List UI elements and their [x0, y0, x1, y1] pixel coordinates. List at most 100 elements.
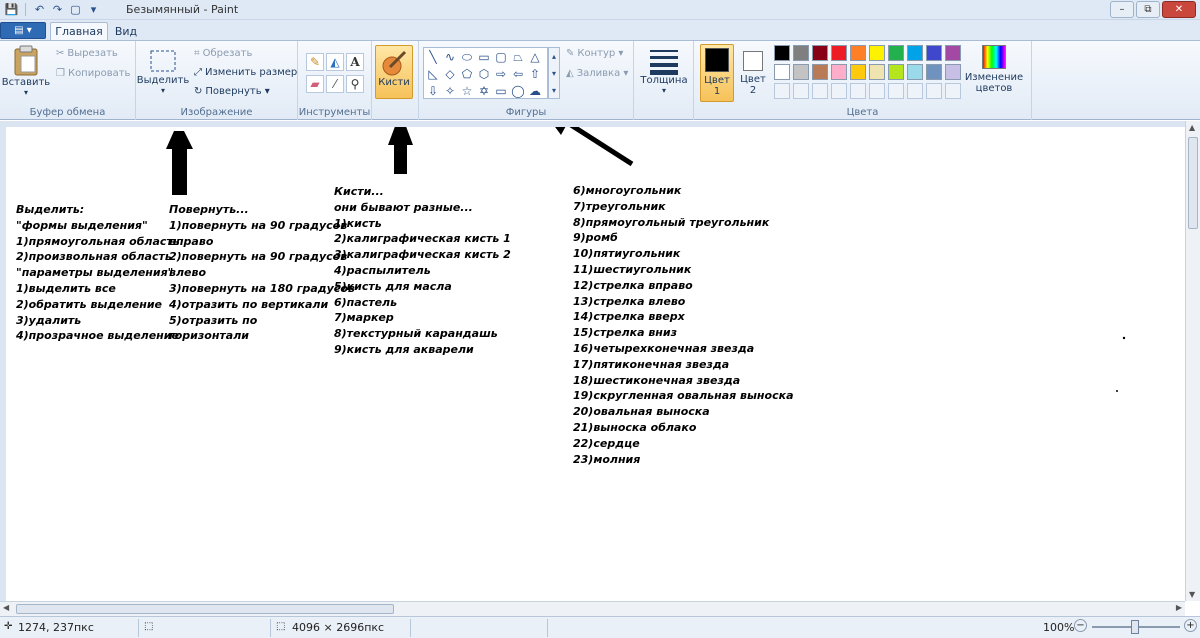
canvas-area[interactable]: Выделить: "формы выделения" 1)прямоуголь… [0, 121, 1185, 601]
oval-callout-shape-icon[interactable]: ◯ [511, 84, 525, 98]
rounded-rectangle-shape-icon[interactable]: ▢ [494, 50, 508, 64]
redo-icon[interactable]: ↷ [50, 2, 65, 17]
tab-home[interactable]: Главная [50, 22, 108, 40]
fill-button[interactable]: ◭ Заливка ▾ [566, 68, 628, 79]
file-menu-button[interactable]: ▤ ▾ [0, 22, 46, 39]
color-picker-icon[interactable]: ⁄ [326, 75, 344, 93]
custom-color-slot[interactable] [850, 83, 866, 99]
eraser-icon[interactable]: ▰ [306, 75, 324, 93]
color-swatch[interactable] [907, 64, 923, 80]
color-swatch[interactable] [888, 64, 904, 80]
color-swatch[interactable] [774, 45, 790, 61]
scroll-up-icon[interactable]: ▲ [1189, 123, 1195, 132]
zoom-out-button[interactable]: − [1074, 619, 1087, 632]
resize-button[interactable]: ⤢ Изменить размер [194, 67, 297, 78]
undo-icon[interactable]: ↶ [32, 2, 47, 17]
oval-shape-icon[interactable]: ⬭ [460, 50, 474, 64]
custom-color-slot[interactable] [774, 83, 790, 99]
diamond-shape-icon[interactable]: ◇ [443, 67, 457, 81]
group-clipboard: Вставить ▾ ✂ Вырезать ❐ Копировать Буфер о… [0, 41, 136, 120]
curve-shape-icon[interactable]: ∿ [443, 50, 457, 64]
zoom-in-button[interactable]: + [1184, 619, 1197, 632]
tab-view[interactable]: Вид [112, 22, 140, 40]
custom-color-slot[interactable] [793, 83, 809, 99]
six-point-star-shape-icon[interactable]: ✡ [477, 84, 491, 98]
paste-button[interactable]: Вставить ▾ [2, 45, 50, 97]
brush-icon [382, 50, 407, 76]
fill-bucket-icon[interactable]: ◭ [326, 53, 344, 71]
arrow-up-shape-icon[interactable]: ⇧ [528, 67, 542, 81]
outline-button[interactable]: ✎ Контур ▾ [566, 48, 623, 59]
color-swatch[interactable] [926, 45, 942, 61]
color-swatch[interactable] [831, 64, 847, 80]
vertical-scrollbar[interactable]: ▲ ▼ [1185, 121, 1200, 601]
color-swatch[interactable] [945, 45, 961, 61]
rotate-button[interactable]: ↻ Повернуть ▾ [194, 86, 270, 97]
color-swatch[interactable] [945, 64, 961, 80]
color-swatch[interactable] [774, 64, 790, 80]
size-button[interactable]: Толщина ▾ [640, 47, 688, 95]
color-swatch[interactable] [793, 64, 809, 80]
crop-button[interactable]: ⌗ Обрезать [194, 48, 252, 59]
color-swatch[interactable] [869, 64, 885, 80]
pencil-icon[interactable]: ✎ [306, 53, 324, 71]
color-swatch[interactable] [907, 45, 923, 61]
vertical-scroll-thumb[interactable] [1188, 137, 1198, 229]
color-swatch[interactable] [926, 64, 942, 80]
text-tool-icon[interactable]: A [346, 53, 364, 71]
save-icon[interactable]: 💾 [4, 2, 19, 17]
customize-qat-icon[interactable]: ▾ [86, 2, 101, 17]
triangle-shape-icon[interactable]: △ [528, 50, 542, 64]
color-swatch[interactable] [812, 45, 828, 61]
color-swatch[interactable] [850, 64, 866, 80]
custom-color-slot[interactable] [945, 83, 961, 99]
color-swatch[interactable] [812, 64, 828, 80]
color1-button[interactable]: Цвет 1 [700, 44, 734, 102]
five-point-star-shape-icon[interactable]: ☆ [460, 84, 474, 98]
custom-color-slot[interactable] [869, 83, 885, 99]
drawing-canvas[interactable]: Выделить: "формы выделения" 1)прямоуголь… [6, 127, 1185, 601]
line-shape-icon[interactable]: ╲ [426, 50, 440, 64]
scroll-down-icon[interactable]: ▼ [1189, 590, 1195, 599]
minimize-button[interactable]: – [1110, 1, 1134, 18]
color-swatch[interactable] [888, 45, 904, 61]
custom-color-slot[interactable] [926, 83, 942, 99]
custom-color-slot[interactable] [812, 83, 828, 99]
right-triangle-shape-icon[interactable]: ◺ [426, 67, 440, 81]
close-button[interactable]: ✕ [1162, 1, 1196, 18]
cut-button[interactable]: ✂ Вырезать [56, 48, 118, 59]
arrow-left-shape-icon[interactable]: ⇦ [511, 67, 525, 81]
horizontal-scroll-thumb[interactable] [16, 604, 394, 614]
scroll-right-icon[interactable]: ▶ [1176, 603, 1182, 612]
brushes-label: Кисти [378, 77, 410, 88]
magnifier-icon[interactable]: ⚲ [346, 75, 364, 93]
select-button[interactable]: Выделить ▾ [137, 47, 189, 95]
rectangle-shape-icon[interactable]: ▭ [477, 50, 491, 64]
new-icon[interactable]: ▢ [68, 2, 83, 17]
color-swatch[interactable] [869, 45, 885, 61]
scroll-left-icon[interactable]: ◀ [3, 603, 9, 612]
horizontal-scrollbar[interactable]: ◀ ▶ [0, 601, 1185, 616]
color2-button[interactable]: Цвет 2 [738, 47, 768, 96]
rounded-callout-shape-icon[interactable]: ▭ [494, 84, 508, 98]
color-swatch[interactable] [793, 45, 809, 61]
custom-color-slot[interactable] [907, 83, 923, 99]
polygon-shape-icon[interactable]: ⏢ [511, 50, 525, 64]
copy-button[interactable]: ❐ Копировать [56, 68, 130, 79]
color-swatch[interactable] [850, 45, 866, 61]
brushes-button[interactable]: Кисти [375, 45, 413, 99]
zoom-slider-thumb[interactable] [1131, 620, 1139, 634]
custom-color-slot[interactable] [831, 83, 847, 99]
hexagon-shape-icon[interactable]: ⬡ [477, 67, 491, 81]
custom-color-slot[interactable] [888, 83, 904, 99]
cursor-position: 1274, 237пкс [18, 621, 94, 634]
pentagon-shape-icon[interactable]: ⬠ [460, 67, 474, 81]
arrow-down-shape-icon[interactable]: ⇩ [426, 84, 440, 98]
four-point-star-shape-icon[interactable]: ✧ [443, 84, 457, 98]
restore-button[interactable]: ⧉ [1136, 1, 1160, 18]
shapes-scroll[interactable]: ▴ ▾ ▾ [548, 47, 560, 99]
cloud-callout-shape-icon[interactable]: ☁ [528, 84, 542, 98]
color-swatch[interactable] [831, 45, 847, 61]
arrow-right-shape-icon[interactable]: ⇨ [494, 67, 508, 81]
edit-colors-button[interactable]: Изменение цветов [964, 45, 1024, 94]
